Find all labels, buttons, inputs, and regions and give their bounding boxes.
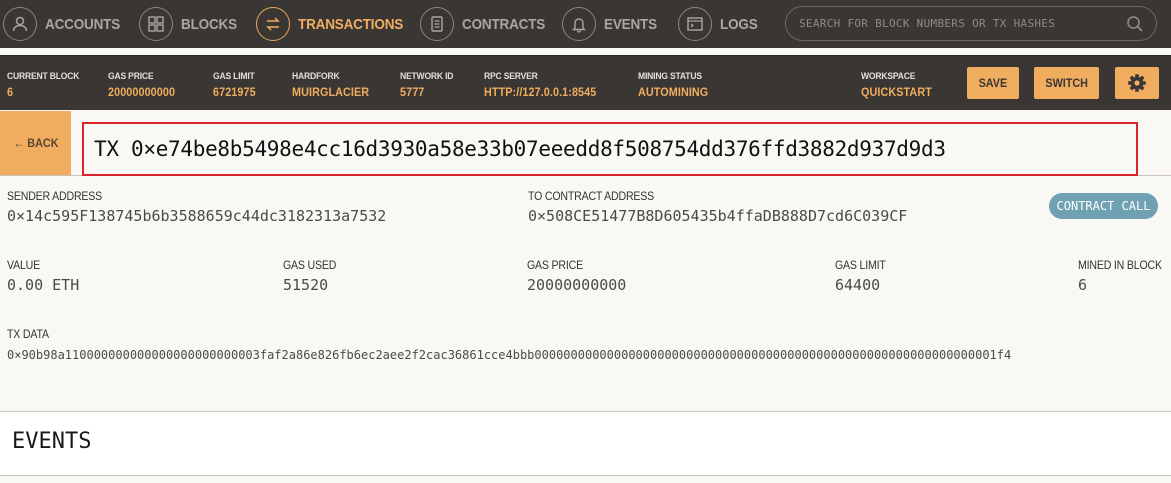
stat-rpc-server: RPC SERVER HTTP://127.0.0.1:8545 [484,71,609,99]
stat-gas-limit: GAS LIMIT 6721975 [213,71,260,99]
stat-value: QUICKSTART [861,85,932,99]
back-button[interactable]: ← BACK [0,111,71,175]
blocks-icon [139,7,173,41]
tx-data-value: 0×90b98a110000000000000000000000003faf2a… [7,348,1012,362]
stat-value: 5777 [400,85,425,99]
save-button[interactable]: SAVE [967,67,1019,99]
nav-transactions[interactable]: TRANSACTIONS [256,6,415,42]
stat-label: NETWORK ID [400,71,454,82]
gas-limit-field: GAS LIMIT 64400 [835,260,890,294]
account-icon [3,7,37,41]
transactions-icon [256,7,290,41]
stat-value: 6 [7,85,14,99]
save-button-label: SAVE [978,76,1008,90]
tx-hash-title: TX 0×e74be8b5498e4cc16d3930a58e33b07eeed… [82,122,1138,176]
tx-hash-text: TX 0×e74be8b5498e4cc16d3930a58e33b07eeed… [94,137,946,161]
nav-accounts[interactable]: ACCOUNTS [3,6,128,42]
back-button-label: ← BACK [13,136,58,150]
gas-price-field: GAS PRICE 20000000000 [527,260,626,294]
stat-value: MUIRGLACIER [292,85,370,99]
mined-in-block-field: MINED IN BLOCK 6 [1078,260,1169,294]
events-section: EVENTS [0,412,1171,475]
stat-label: CURRENT BLOCK [7,71,80,82]
nav-events-label: EVENTS [604,15,657,33]
field-label: TO CONTRACT ADDRESS [528,191,655,203]
contracts-icon [420,7,454,41]
gas-used-field: GAS USED 51520 [283,260,341,294]
nav-blocks-label: BLOCKS [181,15,237,33]
stat-mining-status: MINING STATUS AUTOMINING [638,71,716,99]
tx-data-field: TX DATA [7,329,52,341]
nav-accounts-label: ACCOUNTS [45,15,121,33]
nav-blocks[interactable]: BLOCKS [139,6,243,42]
sender-address-value: 0×14c595F138745b6b3588659c44dc3182313a75… [7,207,387,225]
search-placeholder: SEARCH FOR BLOCK NUMBERS OR TX HASHES [799,17,1056,30]
field-label: GAS USED [283,260,337,272]
gas-limit-value: 64400 [835,276,881,294]
mined-in-block-value: 6 [1078,276,1088,294]
field-label: TX DATA [7,329,49,341]
field-label: GAS PRICE [527,260,583,272]
divider [0,475,1171,476]
stat-hardfork: HARDFORK MUIRGLACIER [292,71,378,99]
value-value: 0.00 ETH [7,276,80,294]
nav-transactions-label: TRANSACTIONS [298,15,404,33]
nav-events[interactable]: EVENTS [562,6,663,42]
stat-label: GAS PRICE [108,71,154,82]
field-label: GAS LIMIT [835,260,886,272]
nav-contracts[interactable]: CONTRACTS [420,6,554,42]
logs-icon [678,7,712,41]
stat-label: WORKSPACE [861,71,916,82]
stat-label: RPC SERVER [484,71,538,82]
value-field: VALUE 0.00 ETH [7,260,79,294]
field-label: VALUE [7,260,40,272]
tx-header: ← BACK TX 0×e74be8b5498e4cc16d3930a58e33… [0,111,1171,176]
to-contract-address-field: TO CONTRACT ADDRESS 0×508CE51477B8D60543… [528,191,907,225]
gas-used-value: 51520 [283,276,329,294]
nav-contracts-label: CONTRACTS [462,15,546,33]
settings-button[interactable] [1115,67,1159,99]
top-navigation: ACCOUNTS BLOCKS TRANSACTIONS CONTRACTS E… [0,0,1171,48]
switch-button[interactable]: SWITCH [1034,67,1099,99]
stat-label: GAS LIMIT [213,71,255,82]
stat-gas-price: GAS PRICE 20000000000 [108,71,183,99]
status-bar: CURRENT BLOCK 6 GAS PRICE 20000000000 GA… [0,55,1171,110]
gas-price-value: 20000000000 [527,276,627,294]
bell-icon [562,7,596,41]
stat-value: AUTOMINING [638,85,709,99]
stat-network-id: NETWORK ID 5777 [400,71,459,99]
contract-call-badge: CONTRACT CALL [1049,193,1158,219]
nav-logs[interactable]: LOGS [678,6,762,42]
stat-label: MINING STATUS [638,71,702,82]
field-label: SENDER ADDRESS [7,191,103,203]
search-input[interactable]: SEARCH FOR BLOCK NUMBERS OR TX HASHES [785,6,1157,41]
field-label: MINED IN BLOCK [1078,260,1162,272]
stat-current-block: CURRENT BLOCK 6 [7,71,87,99]
events-title: EVENTS [12,429,92,454]
search-icon[interactable] [1126,15,1144,33]
nav-logs-label: LOGS [720,15,758,33]
stat-value: HTTP://127.0.0.1:8545 [484,85,597,99]
stat-label: HARDFORK [292,71,340,82]
stat-workspace: WORKSPACE QUICKSTART [861,71,940,99]
gear-icon [1128,74,1146,92]
stat-value: 6721975 [213,85,256,99]
switch-button-label: SWITCH [1045,76,1088,90]
stat-value: 20000000000 [108,85,176,99]
sender-address-field: SENDER ADDRESS 0×14c595F138745b6b3588659… [7,191,386,225]
to-contract-address-value: 0×508CE51477B8D605435b4ffaDB888D7cd6C039… [528,207,908,225]
